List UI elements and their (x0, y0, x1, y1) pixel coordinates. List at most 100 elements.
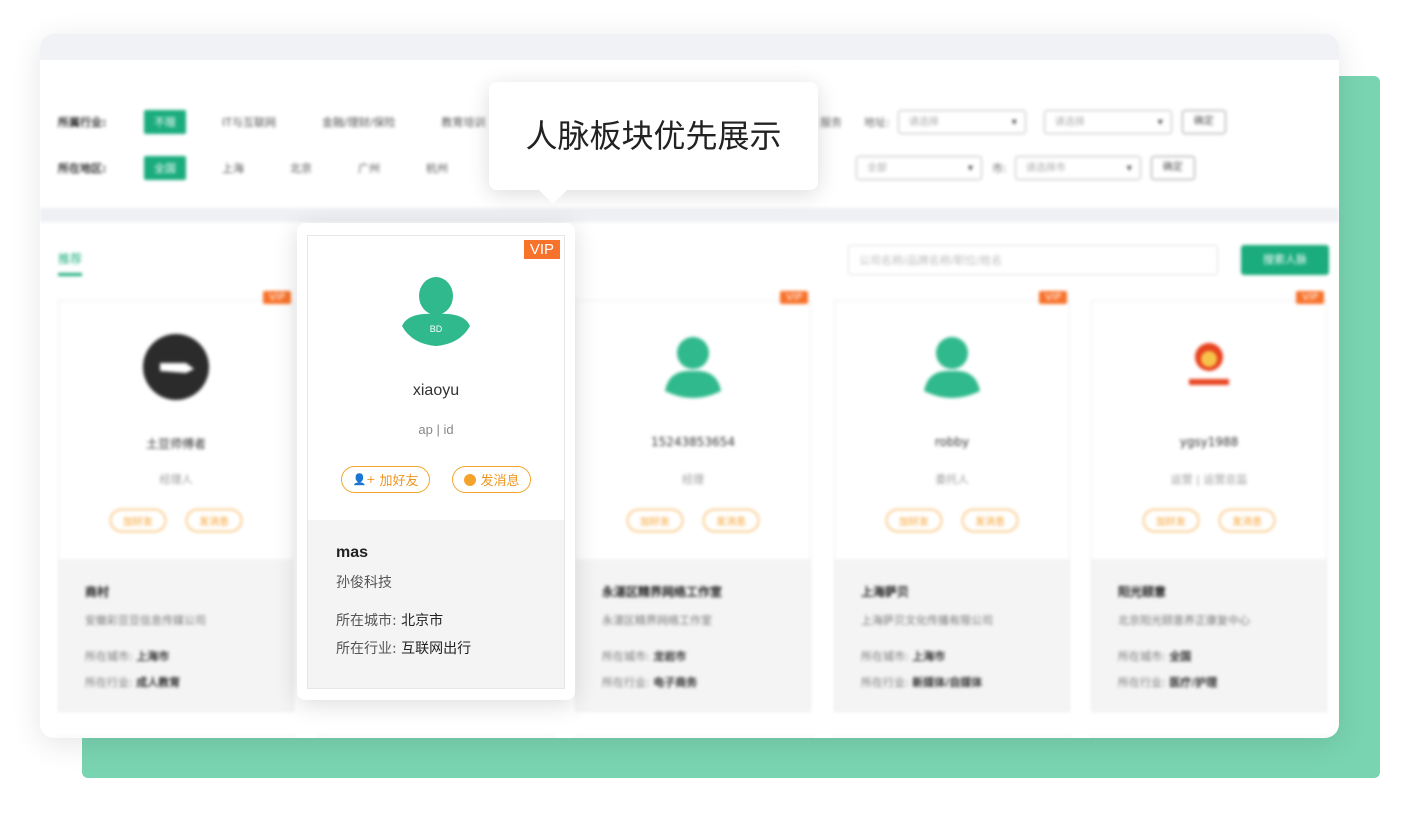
company-info: 商村 安徽彩豆豆信息传媒公司 所在城市: 上海市 所在行业: 成人教育 (59, 559, 293, 711)
city-label: 市: (992, 162, 1007, 175)
city-label: 所在城市: (861, 650, 909, 663)
industry-line: 所在行业: 互联网出行 (336, 638, 536, 658)
person-name: 土豆师傅者 (145, 437, 206, 451)
send-message-button[interactable]: 发消息 (1219, 509, 1275, 532)
city-label: 所在城市: (602, 650, 650, 663)
company-name: 上海萨贝文化传播有限公司 (861, 614, 993, 627)
send-message-button[interactable]: 发消息 (962, 509, 1018, 532)
industry-chip[interactable]: IT与互联网 (212, 110, 286, 134)
region-chip[interactable]: 广州 (348, 156, 390, 180)
region-chip[interactable]: 北京 (280, 156, 322, 180)
province-select[interactable]: 请选择 (897, 110, 1026, 135)
industry-filter-row: 所属行业: 不限 IT与互联网 金融/理财/保险 教育培训 (58, 110, 521, 134)
send-message-button[interactable]: 发消息 (186, 509, 242, 532)
region-chip[interactable]: 上海 (212, 156, 254, 180)
highlighted-person-card[interactable]: VIP BD xiaoyu ap | id 👤+ 加好友 发消息 mas 孙俊科… (297, 223, 575, 700)
company-name: 孙俊科技 (336, 575, 392, 591)
add-friend-button[interactable]: 加好友 (1143, 509, 1199, 532)
city-select[interactable]: 请选择 (1043, 110, 1172, 135)
vip-badge: VIP (263, 291, 291, 304)
industry-line: 所在行业: 成人教育 (85, 674, 267, 690)
industry-value: 医疗/护理 (1169, 676, 1218, 689)
search-button[interactable]: 搜索人脉 (1241, 245, 1329, 275)
address-label: 地址: (864, 116, 890, 129)
industry-line: 所在行业: 新媒体/自媒体 (861, 674, 1043, 690)
company-info: mas 孙俊科技 所在城市: 北京市 所在行业: 互联网出行 (308, 520, 564, 688)
company-name: 北京阳光颐意养正康复中心 (1118, 614, 1250, 627)
person-card[interactable]: VIP 土豆师傅者 经理人 加好友 发消息 商村 安徽彩豆豆信息传媒公司 所在城… (58, 291, 294, 712)
company-title: 永湛区精界网络工作室 (602, 585, 723, 599)
add-user-icon: 👤+ (352, 473, 376, 486)
send-message-button[interactable]: 发消息 (703, 509, 759, 532)
region-filter-row: 所在地区: 全国 上海 北京 广州 杭州 深圳 (58, 156, 552, 180)
add-friend-button[interactable]: 加好友 (110, 509, 166, 532)
city-line: 所在城市: 龙岩市 (602, 648, 784, 664)
person-role: 委托人 (935, 473, 969, 486)
person-card[interactable]: VIP ygsy1988 运营 | 运营总监 加好友 发消息 阳光颐意 北京阳光… (1091, 291, 1327, 712)
company-name: 永湛区精界网络工作室 (602, 614, 712, 627)
send-message-button[interactable]: 发消息 (452, 466, 532, 493)
company-title: 上海萨贝 (861, 585, 910, 599)
search-input[interactable]: 公司名称/品牌名称/职位/姓名 (848, 245, 1218, 275)
address-filter: 服务 地址: 请选择 请选择 确定 (820, 110, 1226, 135)
next-row-card[interactable] (575, 736, 813, 738)
user-avatar-icon (665, 337, 721, 398)
company-title: 商村 (85, 585, 110, 599)
company-info: 永湛区精界网络工作室 永湛区精界网络工作室 所在城市: 龙岩市 所在行业: 电子… (576, 559, 810, 711)
next-row-card[interactable] (317, 736, 555, 738)
region-chip[interactable]: 全国 (144, 156, 186, 180)
city-line: 所在城市: 北京市 (336, 610, 536, 630)
area-select[interactable]: 全部 (856, 156, 982, 181)
person-name: robby (934, 435, 970, 449)
industry-chip[interactable]: 不限 (144, 110, 186, 134)
city-line: 所在城市: 上海市 (861, 648, 1043, 664)
region-confirm-button[interactable]: 确定 (1150, 156, 1195, 180)
person-card[interactable]: VIP 15243853654 经理 加好友 发消息 永湛区精界网络工作室 永湛… (575, 291, 811, 712)
chat-bubble-icon (464, 473, 477, 486)
industry-chip[interactable]: 金融/理财/保险 (312, 110, 405, 134)
industry-value: 电子商务 (653, 676, 698, 689)
city-value: 北京市 (401, 613, 444, 629)
company-name: 安徽彩豆豆信息传媒公司 (85, 614, 206, 627)
company-title: 阳光颐意 (1118, 585, 1167, 599)
tab-recommend[interactable]: 推荐 (58, 250, 83, 276)
city-line: 所在城市: 上海市 (85, 648, 267, 664)
next-row-card[interactable] (58, 736, 296, 738)
svg-text:BD: BD (430, 324, 443, 334)
city-value: 上海市 (912, 650, 946, 663)
person-card[interactable]: VIP robby 委托人 加好友 发消息 上海萨贝 上海萨贝文化传播有限公司 … (834, 291, 1070, 712)
add-friend-button[interactable]: 👤+ 加好友 (340, 466, 431, 493)
region-filter-label: 所在地区: (58, 162, 107, 175)
next-row-card[interactable] (834, 736, 1072, 738)
region-select-filter: 全部 市: 请选择市 确定 (848, 156, 1195, 181)
industry-filter-label: 所属行业: (58, 116, 107, 129)
region-chip[interactable]: 杭州 (416, 156, 458, 180)
person-name: xiaoyu (412, 382, 460, 399)
industry-line: 所在行业: 医疗/护理 (1118, 674, 1300, 690)
industry-value: 互联网出行 (401, 641, 472, 657)
add-friend-button[interactable]: 加好友 (627, 509, 683, 532)
city-value: 龙岩市 (653, 650, 687, 663)
highlighted-card-body: VIP BD xiaoyu ap | id 👤+ 加好友 发消息 mas 孙俊科… (307, 235, 565, 689)
callout-tooltip: 人脉板块优先展示 (489, 82, 818, 204)
person-role: ap | id (418, 422, 454, 437)
panel-top-bar (40, 34, 1339, 60)
company-info: 上海萨贝 上海萨贝文化传播有限公司 所在城市: 上海市 所在行业: 新媒体/自媒… (835, 559, 1069, 711)
city-select-2[interactable]: 请选择市 (1014, 156, 1141, 181)
person-role: 经理 (682, 473, 704, 486)
company-title: mas (336, 544, 369, 561)
industry-chip[interactable]: 教育培训 (431, 110, 495, 134)
city-label: 所在城市: (1118, 650, 1166, 663)
vip-badge: VIP (1296, 291, 1324, 304)
brand-logo-avatar (1189, 343, 1229, 385)
industry-label: 所在行业: (1118, 676, 1166, 689)
city-value: 全国 (1169, 650, 1192, 663)
section-divider (40, 208, 1339, 222)
address-confirm-button[interactable]: 确定 (1181, 110, 1226, 134)
brand-logo-avatar (143, 334, 209, 400)
vip-badge: VIP (780, 291, 808, 304)
add-friend-button[interactable]: 加好友 (886, 509, 942, 532)
user-avatar-icon (924, 337, 980, 398)
next-row-card[interactable] (1091, 736, 1329, 738)
industry-label: 所在行业: (85, 676, 133, 689)
